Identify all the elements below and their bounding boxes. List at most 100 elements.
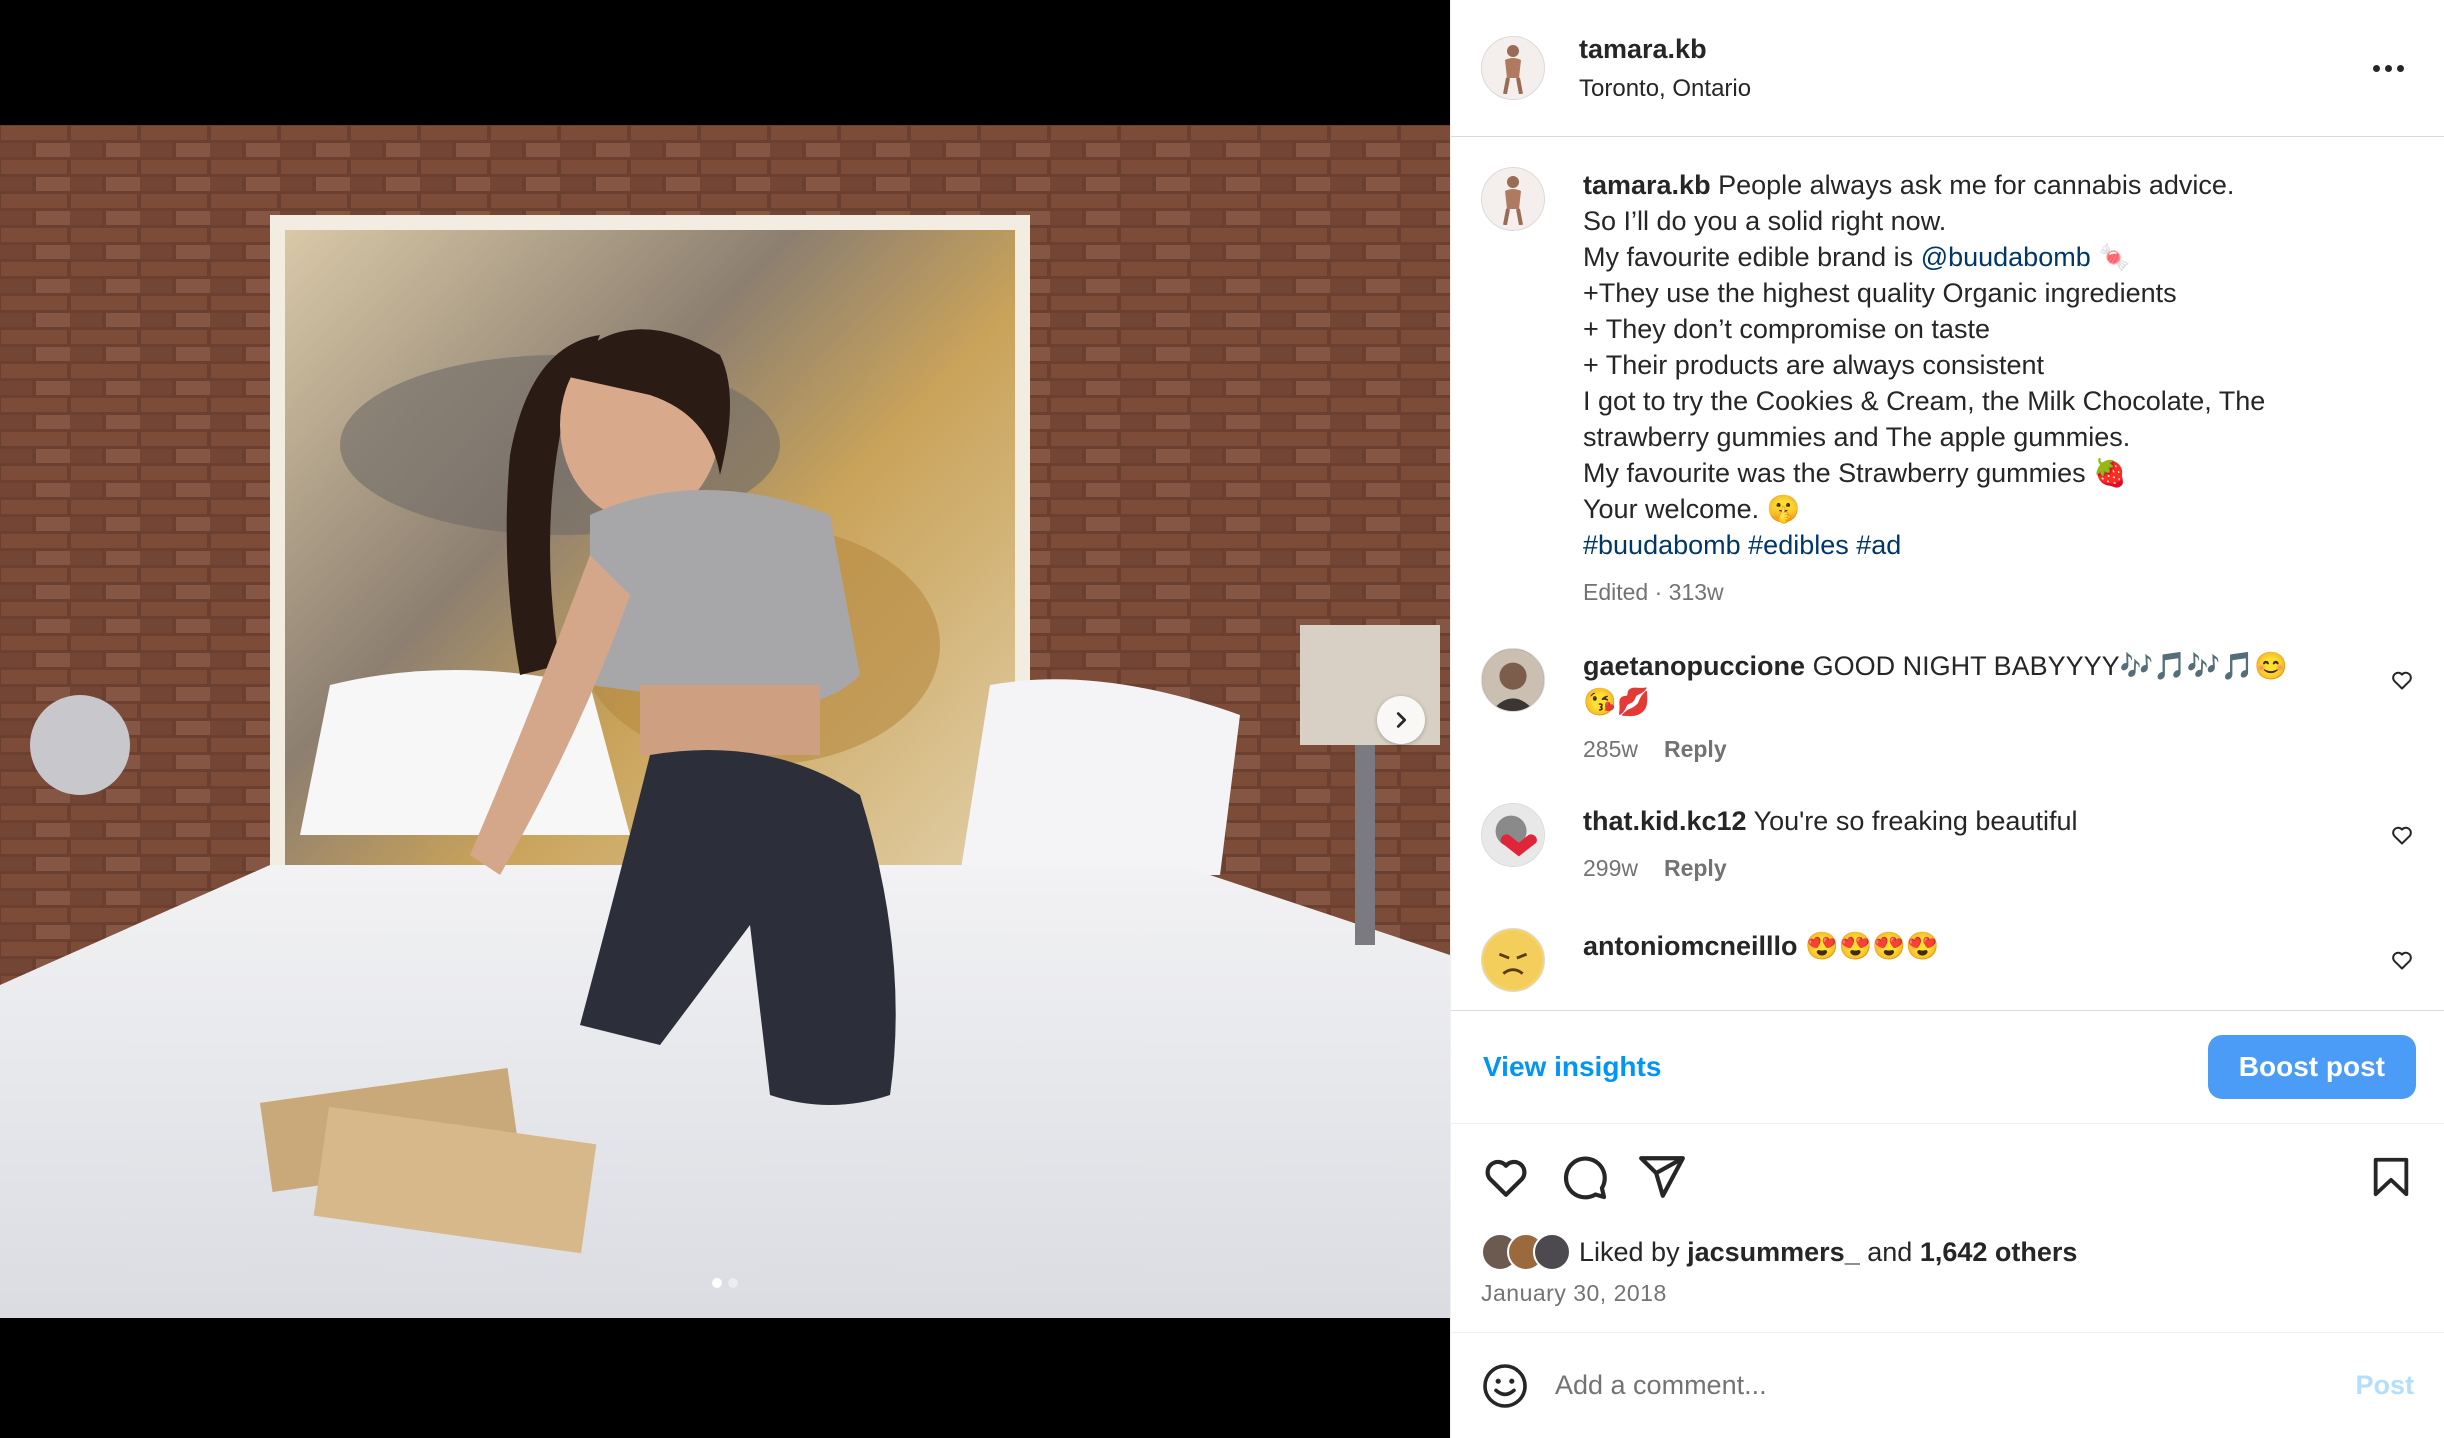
candy-emoji: 🍬 <box>2098 242 2131 272</box>
comment-message-cont: 😘💋 <box>1583 687 1651 717</box>
comment-age: 299w <box>1583 855 1638 881</box>
comment-button[interactable] <box>1559 1152 1609 1202</box>
owner-actions-bar: View insights Boost post <box>1451 1010 2444 1124</box>
comment-message: You're so freaking beautiful <box>1753 806 2078 836</box>
post-location[interactable]: Toronto, Ontario <box>1579 75 2365 103</box>
likes-summary: Liked by jacsummers_ and 1,642 others <box>1451 1230 2444 1274</box>
author-username[interactable]: tamara.kb <box>1579 34 2365 65</box>
caption-line: My favourite edible brand is <box>1583 242 1914 272</box>
post-media <box>0 0 1450 1438</box>
post-sidebar: tamara.kb Toronto, Ontario tamara.kb Peo… <box>1450 0 2444 1438</box>
caption-username[interactable]: tamara.kb <box>1583 170 1711 200</box>
comment-text: that.kid.kc12 You're so freaking beautif… <box>1583 803 2354 839</box>
comment-text: gaetanopuccione GOOD NIGHT BABYYYY🎶🎵🎶🎵😊 … <box>1583 648 2354 720</box>
more-horizontal-icon <box>2373 64 2380 72</box>
commenter-avatar[interactable] <box>1481 928 1545 992</box>
hashtag-link[interactable]: #edibles <box>1748 530 1849 560</box>
comment-item: antoniomcneilllo 😍😍😍😍 <box>1481 928 2414 992</box>
add-comment-bar: Post <box>1451 1332 2444 1438</box>
commenter-avatar[interactable] <box>1481 648 1545 712</box>
caption-timestamp: Edited · 313w <box>1583 579 1724 605</box>
caption-line: So I’ll do you a solid right now. <box>1583 206 1947 236</box>
carousel-dot-active <box>712 1278 722 1288</box>
heart-icon <box>1485 1159 1527 1197</box>
mention-link[interactable]: @buudabomb <box>1921 242 2091 272</box>
save-button[interactable] <box>2368 1154 2414 1200</box>
caption-line: I got to try the Cookies & Cream, the Mi… <box>1583 386 2266 416</box>
caption-avatar[interactable] <box>1481 167 1545 231</box>
avatar-figure <box>1503 176 1523 225</box>
caption-text: tamara.kb People always ask me for canna… <box>1583 167 2354 563</box>
comment-username[interactable]: that.kid.kc12 <box>1583 806 1747 836</box>
hashtag-link[interactable]: #buudabomb <box>1583 530 1741 560</box>
comment-message: 😍😍😍😍 <box>1805 931 1940 961</box>
likes-text: Liked by jacsummers_ and 1,642 others <box>1579 1236 2078 1267</box>
post-caption: tamara.kb People always ask me for canna… <box>1481 167 2414 606</box>
avatar-photo <box>1482 649 1544 711</box>
comment-body: gaetanopuccione GOOD NIGHT BABYYYY🎶🎵🎶🎵😊 … <box>1583 648 2414 763</box>
next-slide-button[interactable] <box>1377 696 1425 744</box>
caption-body: tamara.kb People always ask me for canna… <box>1583 167 2414 606</box>
avatar-photo <box>1482 804 1544 866</box>
like-button[interactable] <box>1481 1152 1531 1202</box>
emoji-picker-button[interactable] <box>1481 1362 1529 1410</box>
comment-age: 285w <box>1583 736 1638 762</box>
heart-icon <box>2392 951 2412 970</box>
caption-line: Your welcome. 🤫 <box>1583 494 1801 524</box>
carousel-dot <box>728 1278 738 1288</box>
post-action-icons <box>1451 1124 2444 1230</box>
reply-button[interactable]: Reply <box>1664 855 1727 882</box>
like-comment-button[interactable] <box>2390 948 2414 977</box>
post-header: tamara.kb Toronto, Ontario <box>1451 0 2444 137</box>
caption-line: strawberry gummies and The apple gummies… <box>1583 422 2131 452</box>
chevron-right-icon <box>1396 712 1407 728</box>
comment-message: GOOD NIGHT BABYYYY🎶🎵🎶🎵😊 <box>1812 651 2288 681</box>
like-comment-button[interactable] <box>2390 823 2414 852</box>
comment-username[interactable]: antoniomcneilllo <box>1583 931 1798 961</box>
liker-avatar <box>1533 1233 1571 1271</box>
comments-list[interactable]: tamara.kb People always ask me for canna… <box>1451 137 2444 1010</box>
caption-line: My favourite was the Strawberry gummies … <box>1583 458 2127 488</box>
caption-line: +They use the highest quality Organic in… <box>1583 278 2177 308</box>
comment-meta: 299w Reply <box>1583 855 2354 882</box>
share-button[interactable] <box>1637 1152 1687 1202</box>
heart-icon <box>2392 671 2412 690</box>
smiley-icon <box>1483 1363 1527 1408</box>
like-comment-button[interactable] <box>2390 668 2414 697</box>
post-comment-button[interactable]: Post <box>2355 1370 2414 1401</box>
likes-count[interactable]: 1,642 others <box>1920 1237 2078 1267</box>
comment-item: that.kid.kc12 You're so freaking beautif… <box>1481 803 2414 882</box>
post-modal: tamara.kb Toronto, Ontario tamara.kb Peo… <box>0 0 2444 1438</box>
author-avatar[interactable] <box>1481 36 1545 100</box>
post-photo[interactable] <box>0 125 1450 1318</box>
caption-meta: Edited · 313w <box>1583 579 2354 606</box>
heart-icon <box>2392 826 2412 845</box>
comment-text: antoniomcneilllo 😍😍😍😍 <box>1583 928 2354 964</box>
comment-bubble-icon <box>1563 1156 1607 1200</box>
comment-item: gaetanopuccione GOOD NIGHT BABYYYY🎶🎵🎶🎵😊 … <box>1481 648 2414 763</box>
caption-line: + Their products are always consistent <box>1583 350 2044 380</box>
hashtag-link[interactable]: #ad <box>1856 530 1901 560</box>
post-date: January 30, 2018 <box>1481 1280 1667 1306</box>
liker-avatars[interactable] <box>1481 1233 1571 1271</box>
bookmark-icon <box>2373 1157 2409 1197</box>
photo-illustration <box>0 125 1450 1318</box>
commenter-avatar[interactable] <box>1481 803 1545 867</box>
comment-body: that.kid.kc12 You're so freaking beautif… <box>1583 803 2414 882</box>
comment-meta: 285w Reply <box>1583 736 2354 763</box>
view-insights-link[interactable]: View insights <box>1483 1051 1661 1083</box>
angry-face-avatar <box>1483 930 1543 990</box>
avatar-figure <box>1503 45 1523 94</box>
caption-line: + They don’t compromise on taste <box>1583 314 1990 344</box>
comment-body: antoniomcneilllo 😍😍😍😍 <box>1583 928 2414 964</box>
comment-input[interactable] <box>1555 1370 2356 1401</box>
boost-post-button[interactable]: Boost post <box>2207 1035 2416 1099</box>
comment-username[interactable]: gaetanopuccione <box>1583 651 1805 681</box>
post-header-meta: tamara.kb Toronto, Ontario <box>1579 34 2365 103</box>
paper-plane-icon <box>1639 1156 1685 1198</box>
caption-line: People always ask me for cannabis advice… <box>1718 170 2235 200</box>
carousel-indicator <box>0 1278 1450 1288</box>
more-options-button[interactable] <box>2365 57 2412 80</box>
reply-button[interactable]: Reply <box>1664 736 1727 763</box>
liker-username[interactable]: jacsummers_ <box>1687 1237 1860 1267</box>
